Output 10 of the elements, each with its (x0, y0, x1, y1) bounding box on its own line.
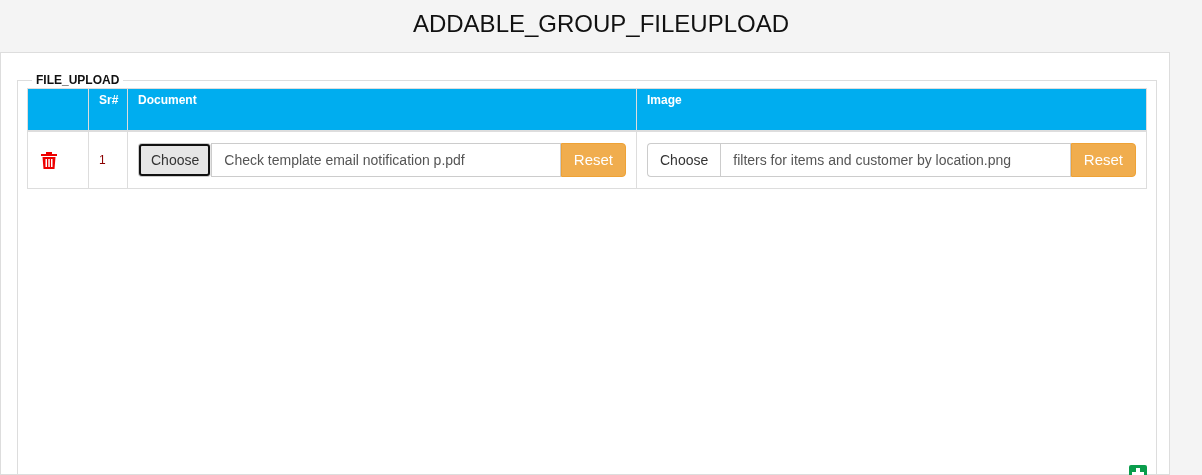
choose-button[interactable]: Choose (647, 142, 721, 177)
file-name-field[interactable]: Check template email notification p.pdf (211, 142, 561, 177)
column-header: Image (636, 88, 1147, 131)
page-title: ADDABLE_GROUP_FILEUPLOAD (412, 10, 790, 39)
file-name-field[interactable]: filters for items and customer by location.png (720, 142, 1071, 177)
row-number: 1 (99, 152, 106, 167)
column-header: Document (127, 88, 637, 131)
column-header: Sr# (88, 88, 128, 131)
group-legend: FILE_UPLOAD (32, 73, 124, 87)
choose-button[interactable]: Choose (138, 142, 212, 177)
